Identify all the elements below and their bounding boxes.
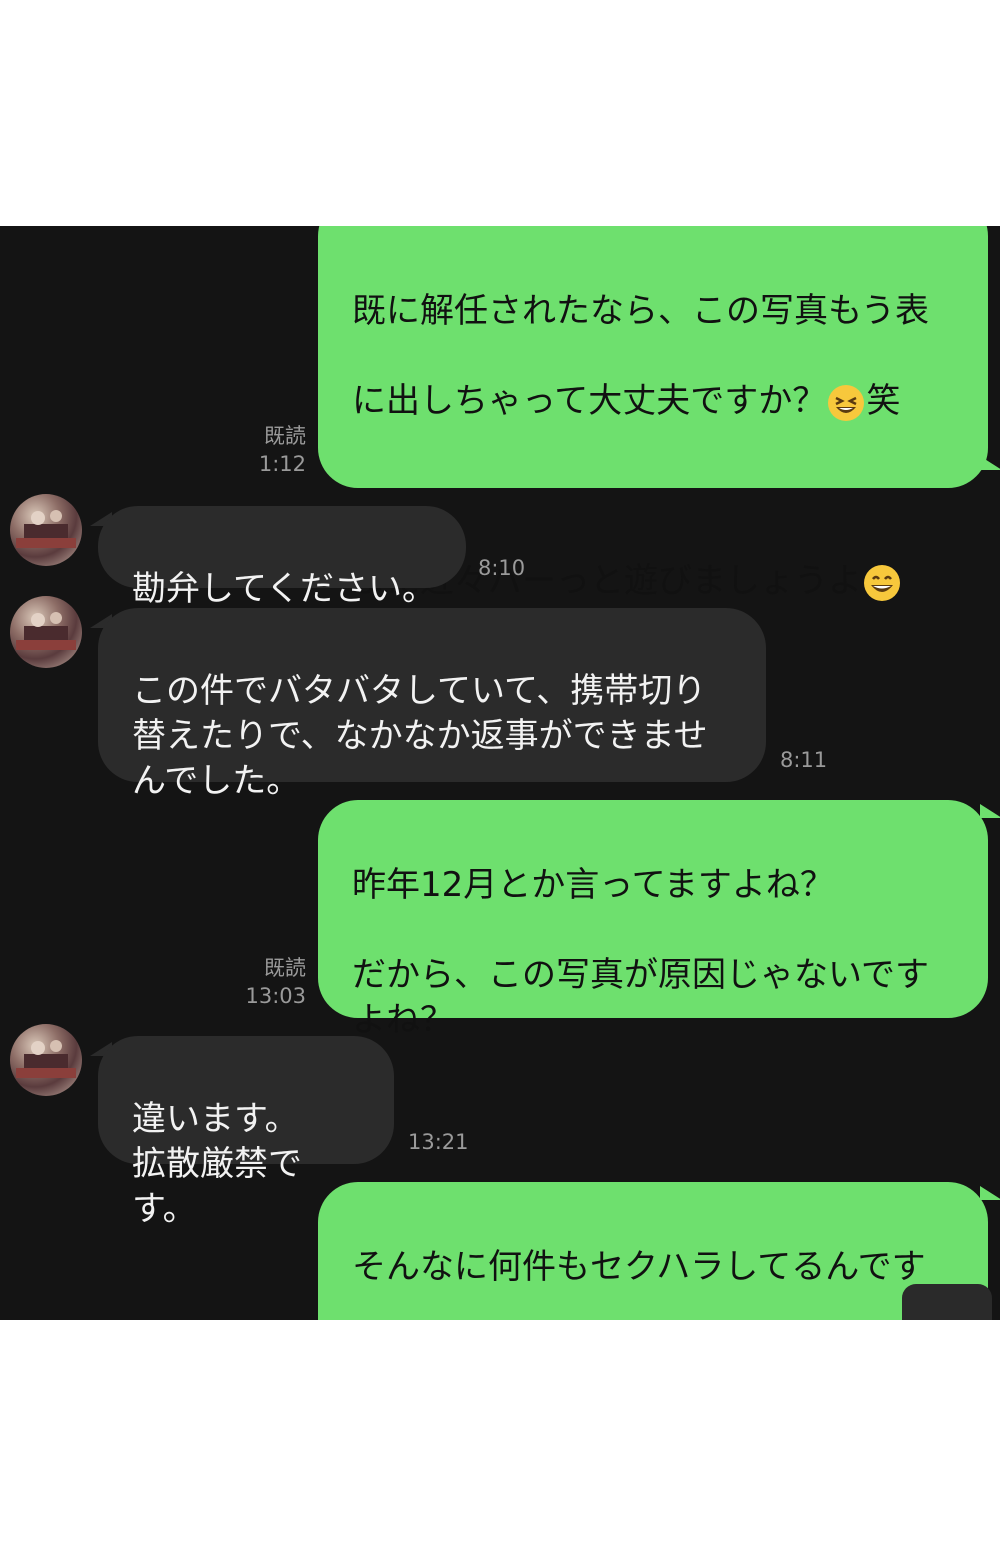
scroll-to-bottom-button[interactable]: ⌄ [902, 1284, 992, 1320]
read-receipt: 既読 [264, 956, 306, 980]
incoming-message-bubble[interactable]: 違います。 拡散厳禁です。 [98, 1036, 394, 1229]
message-line: 既に解任されたなら、この写真もう表 [352, 291, 929, 331]
avatar[interactable] [10, 596, 82, 668]
avatar[interactable] [10, 1024, 82, 1096]
message-text: 昨年12月とか言ってますよね？ だから、この写真が原因じゃないです よね？ [352, 865, 929, 1040]
avatar[interactable] [10, 494, 82, 566]
message-text: 勘弁してください。 [132, 569, 436, 609]
incoming-message-bubble[interactable]: 勘弁してください。 [98, 506, 466, 609]
message-line: そんなに何件もセクハラしてるんです [352, 1247, 926, 1287]
outgoing-message-bubble[interactable]: 既に解任されたなら、この写真もう表 に出しちゃって大丈夫ですか？笑 また近々パー… [318, 226, 988, 691]
message-time: 8:10 [478, 556, 526, 580]
chevron-down-icon: ⌄ [938, 1306, 960, 1320]
bubble-tail [980, 1186, 1000, 1200]
message-text: この件でバタバタしていて、携帯切り 替えたりで、なかなか返事ができませ んでした… [132, 671, 708, 801]
message-time: 13:21 [408, 1130, 469, 1154]
outgoing-message-bubble[interactable]: そんなに何件もセクハラしてるんです か？ [318, 1182, 988, 1320]
message-meta: 既読 13:03 [200, 954, 306, 1010]
bubble-tail [980, 456, 1000, 470]
grinning-face-emoji [864, 564, 900, 601]
message-time: 8:11 [780, 748, 828, 772]
message-meta: 既読 1:12 [220, 422, 306, 478]
read-receipt: 既読 [264, 424, 306, 448]
message-line: に出しちゃって大丈夫ですか？笑 [352, 381, 901, 421]
chat-area[interactable]: 既に解任されたなら、この写真もう表 に出しちゃって大丈夫ですか？笑 また近々パー… [0, 226, 1000, 1320]
laughing-face-emoji [828, 384, 865, 421]
message-time: 1:12 [258, 452, 306, 476]
outgoing-message-bubble[interactable]: 昨年12月とか言ってますよね？ だから、この写真が原因じゃないです よね？ [318, 800, 988, 1040]
incoming-message-bubble[interactable]: この件でバタバタしていて、携帯切り 替えたりで、なかなか返事ができませ んでした… [98, 608, 766, 801]
bubble-tail [980, 804, 1000, 818]
message-time: 13:03 [245, 984, 306, 1008]
